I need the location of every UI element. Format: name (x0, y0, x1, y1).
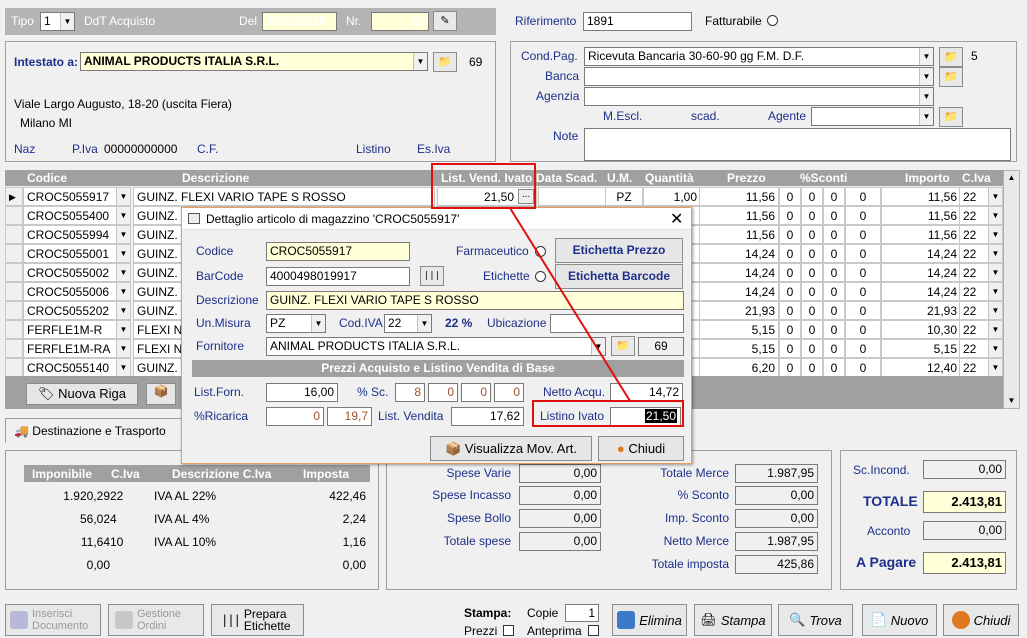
highlight-connector (509, 207, 631, 402)
